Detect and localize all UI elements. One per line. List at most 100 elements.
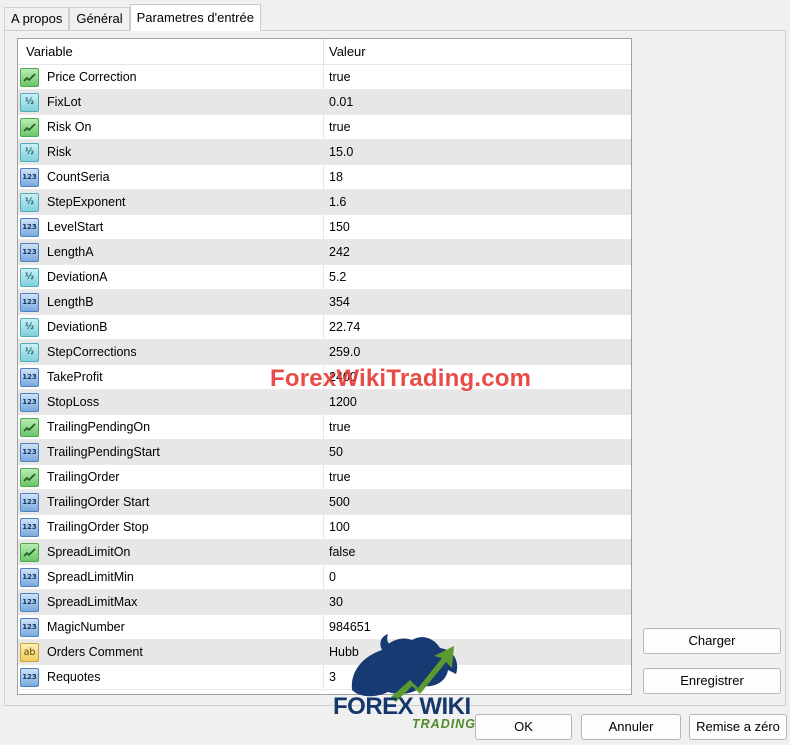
table-row[interactable]: 123 SpreadLimitMin 0 [18, 565, 631, 590]
variable-cell[interactable]: ab Orders Comment [18, 640, 324, 664]
value-cell[interactable]: 150 [324, 220, 631, 234]
table-row[interactable]: 123 CountSeria 18 [18, 165, 631, 190]
string-icon: ab [20, 642, 39, 662]
variable-cell[interactable]: 123 LengthA [18, 240, 324, 264]
column-header-value[interactable]: Valeur [324, 39, 631, 64]
variable-cell[interactable]: ½ DeviationB [18, 315, 324, 339]
variable-name: TrailingOrder Start [47, 495, 150, 509]
table-row[interactable]: ½ DeviationA 5.2 [18, 265, 631, 290]
variable-cell[interactable]: 123 TrailingOrder Start [18, 490, 324, 514]
table-row[interactable]: ab Orders Comment Hubb [18, 640, 631, 665]
variable-cell[interactable]: TrailingOrder [18, 465, 324, 489]
value-cell[interactable]: true [324, 470, 631, 484]
int-icon: 123 [20, 442, 39, 462]
value-cell[interactable]: 50 [324, 445, 631, 459]
variable-name: StepExponent [47, 195, 126, 209]
variable-cell[interactable]: 123 TrailingPendingStart [18, 440, 324, 464]
table-row[interactable]: ½ StepExponent 1.6 [18, 190, 631, 215]
variable-cell[interactable]: ½ DeviationA [18, 265, 324, 289]
value-cell[interactable]: true [324, 420, 631, 434]
table-row[interactable]: ½ StepCorrections 259.0 [18, 340, 631, 365]
variable-cell[interactable]: 123 LevelStart [18, 215, 324, 239]
table-row[interactable]: 123 MagicNumber 984651 [18, 615, 631, 640]
variable-cell[interactable]: 123 TakeProfit [18, 365, 324, 389]
variable-name: Requotes [47, 670, 101, 684]
value-cell[interactable]: 500 [324, 495, 631, 509]
table-row[interactable]: 123 StopLoss 1200 [18, 390, 631, 415]
tab-input-parameters[interactable]: Parametres d'entrée [129, 4, 261, 31]
table-row[interactable]: SpreadLimitOn false [18, 540, 631, 565]
value-cell[interactable]: 0 [324, 570, 631, 584]
variable-cell[interactable]: ½ Risk [18, 140, 324, 164]
table-row[interactable]: 123 SpreadLimitMax 30 [18, 590, 631, 615]
reset-button[interactable]: Remise a zéro [689, 714, 787, 740]
variable-cell[interactable]: 123 TrailingOrder Stop [18, 515, 324, 539]
value-cell[interactable]: 259.0 [324, 345, 631, 359]
table-row[interactable]: ½ DeviationB 22.74 [18, 315, 631, 340]
table-row[interactable]: 123 Requotes 3 [18, 665, 631, 690]
table-row[interactable]: 123 TrailingPendingStart 50 [18, 440, 631, 465]
variable-cell[interactable]: ½ StepCorrections [18, 340, 324, 364]
table-row[interactable]: TrailingPendingOn true [18, 415, 631, 440]
variable-name: SpreadLimitMax [47, 595, 138, 609]
variable-cell[interactable]: 123 CountSeria [18, 165, 324, 189]
table-row[interactable]: TrailingOrder true [18, 465, 631, 490]
grid-header: Variable Valeur [18, 39, 631, 65]
variable-cell[interactable]: 123 Requotes [18, 665, 324, 689]
variable-cell[interactable]: ½ FixLot [18, 90, 324, 114]
value-cell[interactable]: 18 [324, 170, 631, 184]
table-row[interactable]: 123 TrailingOrder Start 500 [18, 490, 631, 515]
value-cell[interactable]: 354 [324, 295, 631, 309]
int-icon: 123 [20, 242, 39, 262]
tab-about[interactable]: A propos [4, 7, 70, 31]
value-cell[interactable]: true [324, 70, 631, 84]
table-row[interactable]: 123 LengthB 354 [18, 290, 631, 315]
table-row[interactable]: ½ FixLot 0.01 [18, 90, 631, 115]
variable-cell[interactable]: 123 StopLoss [18, 390, 324, 414]
cancel-button[interactable]: Annuler [581, 714, 681, 740]
table-row[interactable]: 123 TrailingOrder Stop 100 [18, 515, 631, 540]
value-cell[interactable]: 1.6 [324, 195, 631, 209]
value-cell[interactable]: 984651 [324, 620, 631, 634]
value-cell[interactable]: 100 [324, 520, 631, 534]
variable-cell[interactable]: 123 SpreadLimitMin [18, 565, 324, 589]
variable-cell[interactable]: SpreadLimitOn [18, 540, 324, 564]
variable-cell[interactable]: Price Correction [18, 65, 324, 89]
double-icon: ½ [20, 342, 39, 362]
table-row[interactable]: Risk On true [18, 115, 631, 140]
value-cell[interactable]: true [324, 120, 631, 134]
value-cell[interactable]: 30 [324, 595, 631, 609]
value-cell[interactable]: Hubb [324, 645, 631, 659]
variable-cell[interactable]: 123 MagicNumber [18, 615, 324, 639]
value-cell[interactable]: 1200 [324, 395, 631, 409]
value-cell[interactable]: 22.74 [324, 320, 631, 334]
variable-cell[interactable]: 123 LengthB [18, 290, 324, 314]
value-cell[interactable]: 15.0 [324, 145, 631, 159]
value-cell[interactable]: 5.2 [324, 270, 631, 284]
bool-icon [20, 417, 39, 437]
column-header-variable[interactable]: Variable [18, 39, 324, 64]
table-row[interactable]: ½ Risk 15.0 [18, 140, 631, 165]
table-row[interactable]: 123 LengthA 242 [18, 240, 631, 265]
value-cell[interactable]: false [324, 545, 631, 559]
table-row[interactable]: 123 TakeProfit 2400 [18, 365, 631, 390]
variable-name: TrailingOrder [47, 470, 120, 484]
table-row[interactable]: Price Correction true [18, 65, 631, 90]
variable-name: Risk [47, 145, 72, 159]
load-button[interactable]: Charger [643, 628, 781, 654]
variable-cell[interactable]: ½ StepExponent [18, 190, 324, 214]
variable-cell[interactable]: Risk On [18, 115, 324, 139]
variable-cell[interactable]: TrailingPendingOn [18, 415, 324, 439]
int-icon: 123 [20, 567, 39, 587]
variable-cell[interactable]: 123 SpreadLimitMax [18, 590, 324, 614]
value-cell[interactable]: 242 [324, 245, 631, 259]
save-button[interactable]: Enregistrer [643, 668, 781, 694]
value-cell[interactable]: 2400 [324, 370, 631, 384]
value-cell[interactable]: 3 [324, 670, 631, 684]
table-row[interactable]: 123 LevelStart 150 [18, 215, 631, 240]
value-cell[interactable]: 0.01 [324, 95, 631, 109]
logo-line2: TRADING [412, 717, 476, 731]
int-icon: 123 [20, 617, 39, 637]
ok-button[interactable]: OK [475, 714, 572, 740]
tab-general[interactable]: Général [69, 7, 130, 31]
